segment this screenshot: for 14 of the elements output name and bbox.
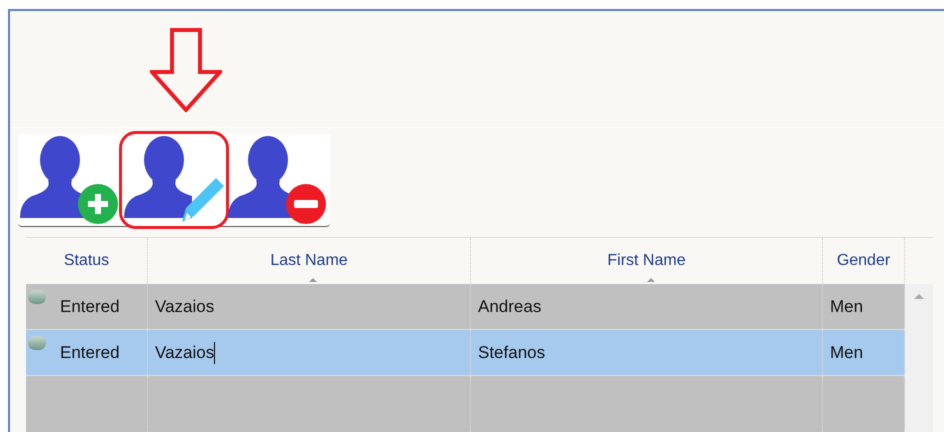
table-cell-text: Men xyxy=(830,342,864,364)
table-cell[interactable]: Vazaios xyxy=(155,340,214,366)
status-icon xyxy=(28,290,46,304)
table-cell-text: Stefanos xyxy=(478,342,546,364)
edit-user-button[interactable] xyxy=(122,134,226,226)
scrollbar[interactable] xyxy=(905,284,933,432)
table-cell-text: Entered xyxy=(60,342,120,364)
table-row[interactable]: Entered Vazaios Stefanos Men xyxy=(26,330,905,376)
table-cell-text: Andreas xyxy=(478,296,542,318)
table-row[interactable]: Entered Vazaios Andreas Men xyxy=(26,284,905,330)
table-cell-text: Vazaios xyxy=(155,296,214,318)
table-cell-text: Entered xyxy=(60,296,120,318)
table-cell-text: Men xyxy=(830,296,864,318)
status-icon xyxy=(28,336,46,350)
